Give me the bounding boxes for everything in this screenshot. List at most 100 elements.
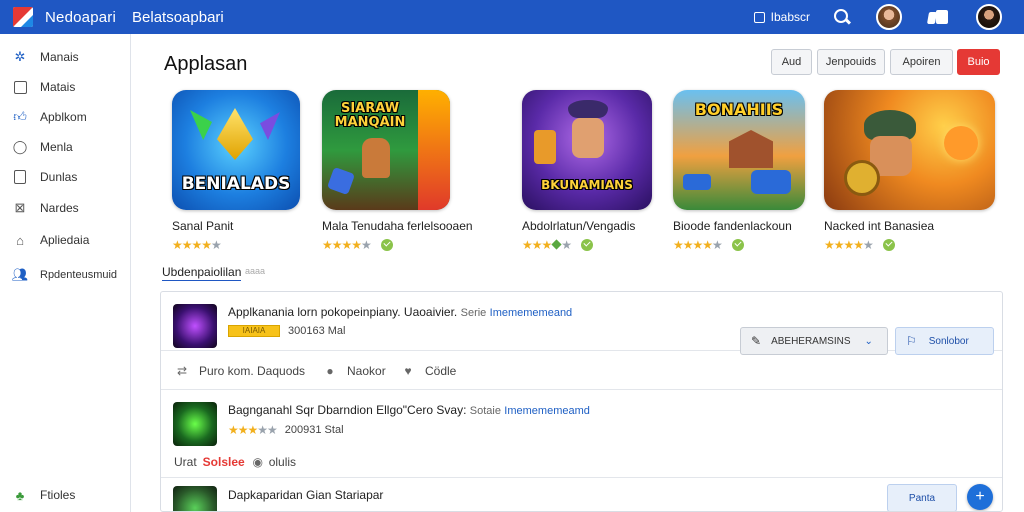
rating: ★★★★★ xyxy=(824,238,995,252)
section-tab[interactable]: Ubdenpaiolilan xyxy=(162,265,242,281)
jenpouids-button[interactable]: Jenpouids xyxy=(817,49,885,75)
avatar[interactable] xyxy=(876,4,902,30)
list-item-meta: ★★★★★ 200931 Stal xyxy=(228,423,344,437)
action-item[interactable]: ⇄ Puro kom. Daquods xyxy=(175,364,305,378)
hero-character-icon xyxy=(362,138,390,178)
hat-icon xyxy=(568,100,608,118)
search-icon[interactable] xyxy=(832,7,852,27)
sidebar-item-label: Apblkom xyxy=(40,110,87,124)
panta-button[interactable]: Panta xyxy=(887,484,957,511)
sidebar-item-rpdenteusmuid[interactable]: 👥︎ Rpdenteusmuid xyxy=(12,266,117,284)
action-prefix: Urat xyxy=(174,455,197,469)
sidebar-item-apblkom[interactable]: 👍︎ Apblkom xyxy=(12,108,87,126)
add-button[interactable]: + xyxy=(967,484,993,510)
app-thumbnail[interactable] xyxy=(173,304,217,348)
tile-title: SIARAW MANQAIN xyxy=(334,101,406,130)
list-item-title[interactable]: Dapkaparidan Gian Stariapar xyxy=(228,488,383,502)
app-name[interactable]: Sanal Panit xyxy=(172,219,300,233)
sidebar-item-label: Apliedaia xyxy=(40,233,90,247)
sidebar-item-matais[interactable]: Matais xyxy=(12,78,75,96)
app-logo[interactable] xyxy=(13,7,33,27)
page-title: Applasan xyxy=(164,53,248,75)
title-dim: Serie xyxy=(460,307,487,319)
featured-app-card[interactable]: BENIALADS Sanal Panit ★★★★★ xyxy=(172,90,300,252)
tile-title: BKUNAMIANS xyxy=(541,178,633,192)
app-name[interactable]: Mala Tenudaha ferlelsooaen xyxy=(322,219,473,233)
action-red-label: Solslee xyxy=(202,455,245,469)
action-label: olulis xyxy=(268,455,297,469)
star-rating-icon: ★★★★★ xyxy=(172,238,222,252)
list-item[interactable]: Bagnganahl Sqr Dbarndion Ellgo"Cero Svay… xyxy=(161,390,1002,478)
featured-app-card[interactable]: BKUNAMIANS Abdolrlatun/Vengadis ★★★ ★ xyxy=(522,90,652,252)
action-item[interactable]: ● Naokor xyxy=(323,364,385,378)
list-item-title[interactable]: Bagnganahl Sqr Dbarndion Ellgo"Cero Svay… xyxy=(228,403,590,417)
app-icon[interactable]: SIARAW MANQAIN xyxy=(322,90,450,210)
featured-app-card[interactable]: Nacked int Banasiea ★★★★★ xyxy=(824,90,995,252)
box-icon xyxy=(13,80,27,94)
star-rating-icon: ★★★★★ xyxy=(673,238,723,252)
chat-icon: ◯ xyxy=(12,139,28,154)
title-link[interactable]: Imemememeand xyxy=(490,307,573,319)
top-bar-actions: Ibabscr xyxy=(753,0,1024,34)
gem-icon xyxy=(326,166,356,196)
sidebar-item-dunlas[interactable]: Dunlas xyxy=(12,168,77,186)
sidebar-item-menla[interactable]: ◯ Menla xyxy=(12,138,73,156)
app-icon[interactable]: BKUNAMIANS xyxy=(522,90,652,210)
brand-subtitle: Belatsoapbari xyxy=(132,8,224,26)
top-action-label: Ibabscr xyxy=(770,10,810,24)
app-list: Applkanania lorn pokopeinpiany. Uaoaivie… xyxy=(160,291,1003,512)
buio-button[interactable]: Buio xyxy=(957,49,1000,75)
featured-app-card[interactable]: SIARAW MANQAIN Mala Tenudaha ferlelsooae… xyxy=(322,90,473,252)
apoiren-button[interactable]: Apoiren xyxy=(890,49,953,75)
sidebar-item-manais[interactable]: ✲ Manais xyxy=(12,48,79,66)
pin-icon: ✎ xyxy=(751,334,762,348)
app-thumbnail[interactable] xyxy=(173,486,217,511)
small-vehicle-icon xyxy=(683,174,711,190)
sidebar-item-apliedaia[interactable]: ⌂ Apliedaia xyxy=(12,231,89,249)
verified-icon xyxy=(731,239,744,251)
app-thumbnail[interactable] xyxy=(173,402,217,446)
messages-icon[interactable] xyxy=(928,10,948,24)
title-link[interactable]: Imemememeamd xyxy=(504,405,590,417)
top-action-button[interactable]: Ibabscr xyxy=(753,10,810,24)
app-name[interactable]: Abdolrlatun/Vengadis xyxy=(522,219,652,233)
character-face-icon xyxy=(572,118,604,158)
plus-icon: + xyxy=(975,488,985,505)
sidebar-item-label: Ftioles xyxy=(40,488,76,502)
sidebar-item-ftioles[interactable]: ♣ Ftioles xyxy=(12,486,76,504)
secondary-action-button[interactable]: ⚐ Sonlobor xyxy=(895,327,994,355)
app-icon[interactable]: BONAHIIS xyxy=(673,90,805,210)
leaf-decor-icon xyxy=(190,110,212,140)
app-icon[interactable]: BENIALADS xyxy=(172,90,300,210)
shard-decor-icon xyxy=(260,112,280,140)
section-extra: aaaa xyxy=(245,266,266,276)
leaf-icon: ♣ xyxy=(15,487,25,503)
action-item[interactable]: Urat Solslee ◉ olulis xyxy=(174,455,296,469)
title-text: Applkanania lorn pokopeinpiany. Uaoaivie… xyxy=(228,305,458,319)
verified-icon xyxy=(581,239,594,251)
star-rating-icon: ★★★★★ xyxy=(824,238,874,252)
list-item-title[interactable]: Applkanania lorn pokopeinpiany. Uaoaivie… xyxy=(228,305,572,319)
thumbs-up-icon: 👍︎ xyxy=(13,109,27,124)
action-item[interactable]: ♥ Cödle xyxy=(401,364,456,378)
list-item[interactable]: Applkanania lorn pokopeinpiany. Uaoaivie… xyxy=(161,292,1002,392)
heart-icon: ♥ xyxy=(404,364,412,378)
sidebar-item-nardes[interactable]: ⊠ Nardes xyxy=(12,199,79,217)
user-avatar[interactable] xyxy=(976,4,1002,30)
comment-icon: ● xyxy=(326,364,334,378)
action-label: Cödle xyxy=(425,364,457,378)
window-icon xyxy=(753,11,765,23)
app-icon[interactable] xyxy=(824,90,995,210)
featured-app-card[interactable]: BONAHIIS Bioode fandenlackoun ★★★★★ xyxy=(673,90,805,252)
rating: ★★★★★ xyxy=(172,238,300,252)
app-name[interactable]: Bioode fandenlackoun xyxy=(673,219,805,233)
aud-button[interactable]: Aud xyxy=(771,49,812,75)
app-name[interactable]: Nacked int Banasiea xyxy=(824,219,995,233)
rating: ★★★ ★ xyxy=(522,238,652,252)
list-item[interactable]: Dapkaparidan Gian Stariapar Panta + xyxy=(161,478,1002,511)
primary-action-button[interactable]: ✎ ABEHERAMSINS ⌄ xyxy=(740,327,888,355)
brand-name[interactable]: Nedoapari xyxy=(45,9,116,26)
action-label: Puro kom. Daquods xyxy=(199,364,306,378)
home-icon: ⌂ xyxy=(16,232,24,248)
verified-icon xyxy=(380,239,393,251)
